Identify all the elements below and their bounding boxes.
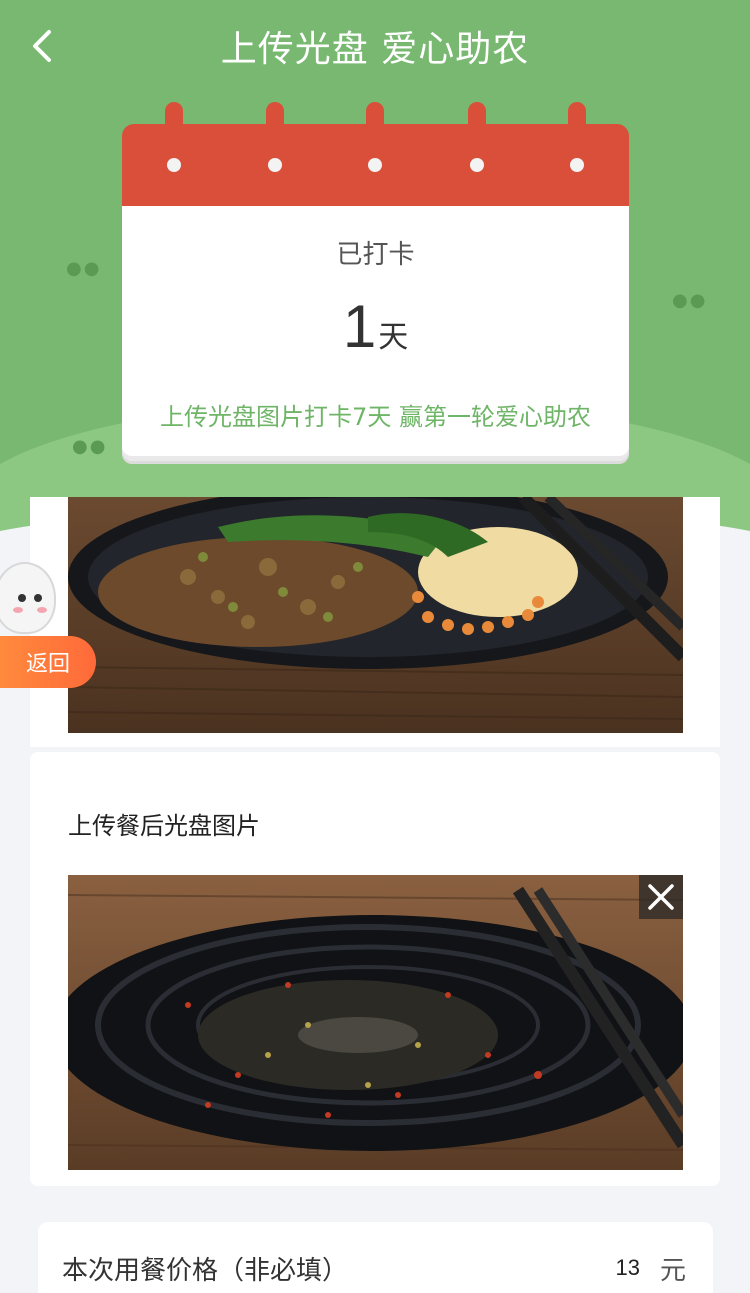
checkin-days: 1天 (122, 292, 629, 361)
plate-image (68, 875, 683, 1170)
meal-photo (68, 497, 683, 733)
promo-text: 上传光盘图片打卡7天 赢第一轮爱心助农 (160, 403, 591, 431)
decor-dots: ●● (72, 436, 108, 457)
floating-return[interactable]: 返回 (0, 562, 96, 692)
close-icon (648, 884, 674, 910)
calendar-ring (568, 102, 586, 172)
decor-dots: ●● (672, 290, 708, 311)
calendar-ring (366, 102, 384, 172)
decor-dots: ●● (66, 258, 102, 279)
price-label: 本次用餐价格（非必填） (62, 1256, 349, 1286)
return-button[interactable]: 返回 (0, 636, 96, 688)
calendar-ring (165, 102, 183, 172)
days-unit: 天 (378, 320, 409, 355)
page-title: 上传光盘 爱心助农 (220, 29, 530, 70)
checkin-calendar: 已打卡 1天 上传光盘图片打卡7天 赢第一轮爱心助农 (122, 102, 629, 460)
uploaded-plate-photo[interactable] (68, 875, 683, 1170)
checked-in-label: 已打卡 (336, 240, 415, 270)
calendar-ring (266, 102, 284, 172)
price-unit: 元 (660, 1256, 687, 1286)
calendar-ring (468, 102, 486, 172)
price-input[interactable] (560, 1252, 640, 1284)
remove-photo-button[interactable] (639, 875, 683, 919)
mascot-icon (0, 562, 56, 634)
days-count: 1 (342, 293, 377, 360)
upload-label: 上传餐后光盘图片 (68, 812, 260, 840)
meal-image (68, 497, 683, 733)
